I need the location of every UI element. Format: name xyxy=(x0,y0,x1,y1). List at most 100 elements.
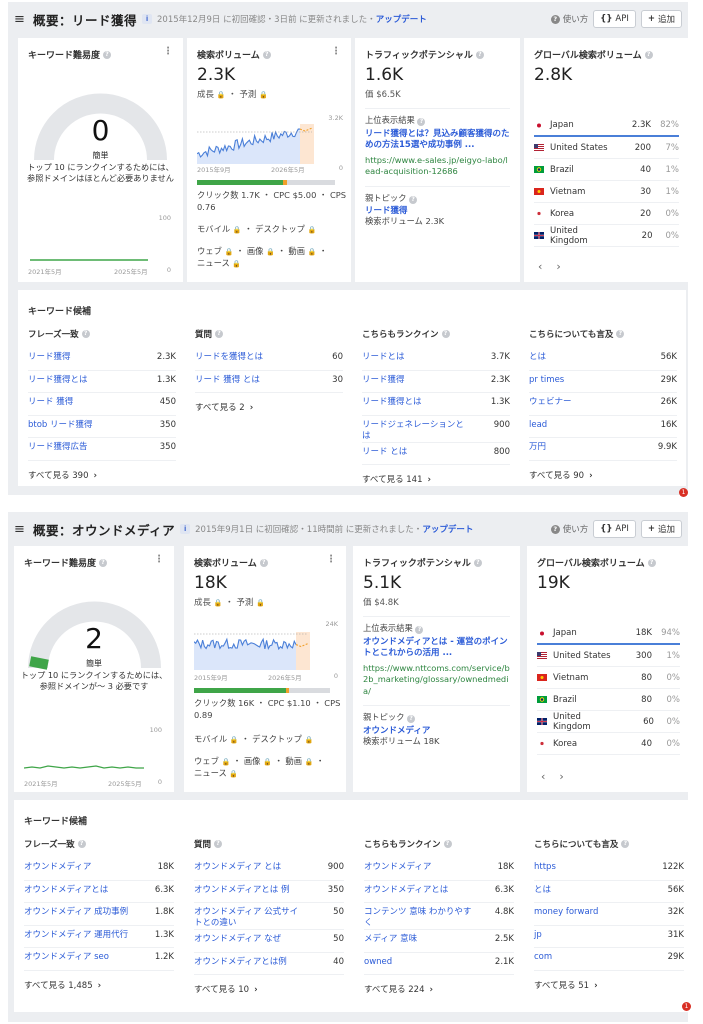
question-icon[interactable]: ? xyxy=(441,330,450,338)
keyword-link[interactable]: オウンドメディア 成功事例 xyxy=(24,907,128,918)
api-button[interactable]: {} API xyxy=(593,520,636,538)
prev-icon[interactable]: ‹ xyxy=(538,260,542,273)
more-icon[interactable]: ⋮ xyxy=(331,46,341,57)
keyword-link[interactable]: オウンドメディア とは xyxy=(194,862,281,873)
keyword-link[interactable]: オウンドメディアとは xyxy=(24,885,108,896)
country-row[interactable]: United States 200 7% xyxy=(534,137,679,159)
country-row[interactable]: United Kingdom 20 0% xyxy=(534,225,679,247)
keyword-link[interactable]: lead xyxy=(529,420,547,431)
keyword-link[interactable]: jp xyxy=(534,930,542,941)
question-icon[interactable]: ? xyxy=(259,558,268,567)
more-icon[interactable]: ⋮ xyxy=(154,554,164,565)
keyword-link[interactable]: リードを獲得とは xyxy=(195,352,263,363)
keyword-link[interactable]: オウンドメディア なぜ xyxy=(194,934,281,945)
country-row[interactable]: Japan 2.3K 82% xyxy=(534,115,679,137)
question-icon[interactable]: ? xyxy=(475,50,484,59)
next-icon[interactable]: › xyxy=(559,770,563,783)
top-result-url[interactable]: https://www.nttcoms.com/service/b2b_mark… xyxy=(363,663,510,698)
country-row[interactable]: Brazil 40 1% xyxy=(534,159,679,181)
more-icon[interactable]: ⋮ xyxy=(326,554,336,565)
parent-topic-link[interactable]: リード獲得 xyxy=(365,204,510,216)
see-all-link[interactable]: すべて見る 224 › xyxy=(364,983,514,995)
question-icon[interactable]: ? xyxy=(621,840,630,848)
keyword-link[interactable]: リード 獲得 とは xyxy=(195,375,260,386)
question-icon[interactable]: ? xyxy=(215,330,224,338)
see-all-link[interactable]: すべて見る 2 › xyxy=(195,401,343,413)
keyword-link[interactable]: https xyxy=(534,862,556,873)
info-icon[interactable]: i xyxy=(180,524,191,534)
top-result-url[interactable]: https://www.e-sales.jp/eigyo-labo/lead-a… xyxy=(365,155,510,178)
keyword-link[interactable]: リードとは xyxy=(362,352,405,363)
info-icon[interactable]: i xyxy=(142,14,153,24)
see-all-link[interactable]: すべて見る 51 › xyxy=(534,979,684,991)
question-icon[interactable]: ? xyxy=(616,330,625,338)
question-icon[interactable]: ? xyxy=(262,50,271,59)
country-row[interactable]: Korea 20 0% xyxy=(534,203,679,225)
question-icon[interactable]: ? xyxy=(103,50,112,59)
keyword-link[interactable]: owned xyxy=(364,957,392,968)
question-icon[interactable]: ? xyxy=(415,626,424,634)
keyword-link[interactable]: 万円 xyxy=(529,442,546,453)
keyword-link[interactable]: オウンドメディアとは例 xyxy=(194,957,287,968)
country-row[interactable]: Korea 40 0% xyxy=(537,733,680,755)
question-icon[interactable]: ? xyxy=(417,118,426,126)
question-icon[interactable]: ? xyxy=(473,558,482,567)
question-icon[interactable]: ? xyxy=(77,840,86,848)
top-result-title[interactable]: リード獲得とは？見込み顧客獲得のための方法15選や成功事例 ... xyxy=(365,129,510,152)
add-button[interactable]: + 追加 xyxy=(640,10,682,28)
keyword-link[interactable]: オウンドメディア xyxy=(364,862,431,873)
keyword-link[interactable]: とは xyxy=(529,352,546,363)
more-icon[interactable]: ⋮ xyxy=(163,46,173,57)
keyword-link[interactable]: pr times xyxy=(529,375,564,386)
keyword-link[interactable]: リード獲得とは xyxy=(362,397,422,408)
question-icon[interactable]: ? xyxy=(407,715,416,724)
see-all-link[interactable]: すべて見る 390 › xyxy=(28,469,176,481)
parent-topic-link[interactable]: オウンドメディア xyxy=(363,724,510,736)
keyword-link[interactable]: オウンドメディア seo xyxy=(24,952,109,963)
question-icon[interactable]: ? xyxy=(214,840,223,848)
keyword-link[interactable]: オウンドメディアとは xyxy=(364,885,448,896)
question-icon[interactable]: ? xyxy=(443,840,452,848)
keyword-link[interactable]: btob リード獲得 xyxy=(28,420,93,431)
keyword-link[interactable]: リード とは xyxy=(362,447,407,458)
keyword-link[interactable]: メディア 意味 xyxy=(364,934,417,945)
keyword-link[interactable]: オウンドメディア 運用代行 xyxy=(24,930,128,941)
keyword-link[interactable]: com xyxy=(534,952,552,963)
keyword-link[interactable]: リード獲得 xyxy=(28,352,71,363)
keyword-link[interactable]: リードジェネレーションとは xyxy=(362,420,470,442)
notification-badge[interactable]: 1 xyxy=(679,488,688,497)
question-icon[interactable]: ? xyxy=(81,330,90,338)
keyword-link[interactable]: リード 獲得 xyxy=(28,397,73,408)
see-all-link[interactable]: すべて見る 141 › xyxy=(362,473,510,485)
api-button[interactable]: {} API xyxy=(593,10,636,28)
add-button[interactable]: + 追加 xyxy=(640,520,682,538)
see-all-link[interactable]: すべて見る 10 › xyxy=(194,983,344,995)
top-result-title[interactable]: オウンドメディアとは - 運営のポイントとこれからの活用 ... xyxy=(363,637,510,660)
keyword-link[interactable]: リード獲得広告 xyxy=(28,442,88,453)
see-all-link[interactable]: すべて見る 1,485 › xyxy=(24,979,174,991)
question-icon[interactable]: ? xyxy=(644,50,653,59)
country-row[interactable]: Japan 18K 94% xyxy=(537,623,680,645)
howto-link[interactable]: ? 使い方 xyxy=(550,523,588,535)
keyword-link[interactable]: ウェビナー xyxy=(529,397,572,408)
keyword-link[interactable]: リード獲得とは xyxy=(28,375,88,386)
notification-badge[interactable]: 1 xyxy=(682,1002,691,1011)
prev-icon[interactable]: ‹ xyxy=(541,770,545,783)
question-icon[interactable]: ? xyxy=(647,558,656,567)
update-link[interactable]: アップデート xyxy=(422,525,473,535)
see-all-link[interactable]: すべて見る 90 › xyxy=(529,469,677,481)
country-row[interactable]: United Kingdom 60 0% xyxy=(537,711,680,733)
question-icon[interactable]: ? xyxy=(99,558,108,567)
country-row[interactable]: United States 300 1% xyxy=(537,645,680,667)
keyword-link[interactable]: リード獲得 xyxy=(362,375,405,386)
country-row[interactable]: Vietnam 80 0% xyxy=(537,667,680,689)
country-row[interactable]: Vietnam 30 1% xyxy=(534,181,679,203)
keyword-link[interactable]: オウンドメディア 公式サイトとの違い xyxy=(194,907,304,929)
next-icon[interactable]: › xyxy=(556,260,560,273)
keyword-link[interactable]: とは xyxy=(534,885,551,896)
keyword-link[interactable]: コンテンツ 意味 わかりやすく xyxy=(364,907,474,929)
menu-icon[interactable]: ≡ xyxy=(14,522,28,537)
question-icon[interactable]: ? xyxy=(409,195,418,204)
keyword-link[interactable]: オウンドメディアとは 例 xyxy=(194,885,289,896)
update-link[interactable]: アップデート xyxy=(376,15,427,25)
